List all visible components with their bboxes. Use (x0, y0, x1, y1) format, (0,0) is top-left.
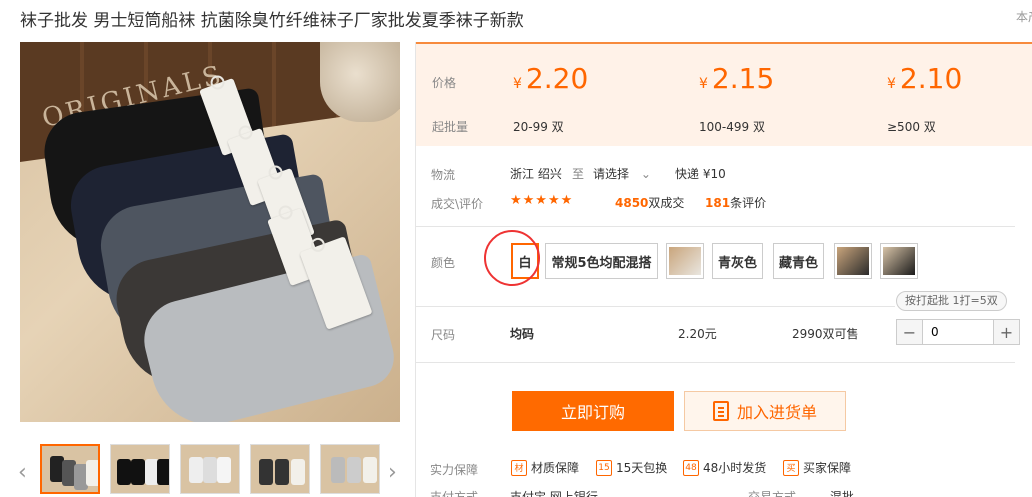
currency-symbol: ¥ (887, 76, 896, 92)
review-count[interactable]: 181条评价 (705, 194, 766, 211)
price-tier-3: ¥2.10 (887, 62, 962, 95)
size-label: 尺码 (431, 328, 456, 342)
price-value: 2.15 (711, 62, 775, 95)
price-value: 2.10 (899, 62, 963, 95)
moq-range-1: 20-99 双 (513, 120, 564, 134)
corner-note: 本产 (1016, 10, 1032, 24)
payment-label: 支付方式 (430, 490, 479, 497)
trade-value: 混批 (830, 490, 855, 497)
deals-suffix: 双成交 (648, 196, 685, 210)
guarantees-label: 实力保障 (430, 463, 479, 477)
add-to-cart-label: 加入进货单 (736, 403, 817, 422)
divider (415, 306, 895, 307)
thumbnail-5[interactable] (320, 444, 380, 494)
price-value: 2.20 (525, 62, 589, 95)
currency-symbol: ¥ (513, 76, 522, 92)
thumbnail-3[interactable] (180, 444, 240, 494)
guarantee-exchange[interactable]: 15 15天包换 (596, 459, 667, 476)
review-suffix: 条评价 (730, 196, 767, 210)
payment-value: 支付宝 网上银行 (510, 490, 598, 497)
price-label: 价格 (432, 76, 457, 90)
highlight-circle (484, 230, 540, 286)
color-label: 颜色 (431, 256, 456, 270)
price-tier-1: ¥2.20 (513, 62, 588, 95)
decrease-button[interactable]: − (897, 320, 922, 344)
logistics-label: 物流 (431, 168, 456, 182)
destination-value: 请选择 (593, 167, 630, 181)
rating-stars: ★★★★★ (510, 193, 574, 208)
jar-decoration (320, 42, 400, 122)
material-icon: 材 (511, 459, 527, 476)
packing-note: 按打起批 1打=5双 (896, 291, 1007, 311)
logistics-to: 至 (572, 167, 585, 181)
add-to-cart-button[interactable]: 加入进货单 (684, 391, 846, 431)
currency-symbol: ¥ (699, 76, 708, 92)
buy-now-button[interactable]: 立即订购 (512, 391, 674, 431)
clipboard-icon (712, 401, 729, 421)
chevron-right-icon[interactable]: › (388, 460, 397, 485)
thumbnail-4[interactable] (250, 444, 310, 494)
reviews-label: 成交\评价 (431, 197, 484, 211)
size-stock: 2990双可售 (792, 327, 859, 341)
guarantee-text: 买家保障 (803, 461, 852, 475)
guarantee-text: 材质保障 (531, 461, 580, 475)
thumbnail-1[interactable] (40, 444, 100, 494)
quantity-stepper: − + (896, 319, 1020, 345)
color-option-swatch-1[interactable] (666, 243, 704, 279)
guarantee-text: 15天包换 (616, 461, 668, 475)
color-option-mixed[interactable]: 常规5色均配混搭 (545, 243, 658, 279)
thumbnail-2[interactable] (110, 444, 170, 494)
guarantee-text: 48小时发货 (703, 461, 767, 475)
main-product-image[interactable]: ORIGINALS (20, 42, 400, 422)
divider (415, 226, 1015, 227)
guarantee-material[interactable]: 材 材质保障 (511, 459, 579, 476)
color-option-swatch-3[interactable] (880, 243, 918, 279)
guarantee-shipping[interactable]: 48 48小时发货 (683, 459, 766, 476)
deals-number: 4850 (615, 196, 649, 210)
price-tier-2: ¥2.15 (699, 62, 774, 95)
quantity-input[interactable] (922, 320, 994, 344)
size-price: 2.20元 (678, 327, 717, 341)
color-option-swatch-2[interactable] (834, 243, 872, 279)
increase-button[interactable]: + (994, 320, 1019, 344)
divider (415, 362, 1015, 363)
destination-select[interactable]: 请选择 ⌄ (593, 165, 651, 182)
color-option-navy[interactable]: 藏青色 (773, 243, 824, 279)
review-number: 181 (705, 196, 731, 210)
chevron-down-icon: ⌄ (640, 167, 651, 181)
shield-icon: 买 (783, 459, 799, 476)
moq-label: 起批量 (432, 120, 469, 134)
size-value: 均码 (510, 327, 535, 341)
logistics-origin: 浙江 绍兴 (510, 167, 562, 181)
guarantee-buyer[interactable]: 买 买家保障 (783, 459, 851, 476)
price-box: 价格 起批量 ¥2.20 20-99 双 ¥2.15 100-499 双 ¥2.… (416, 42, 1032, 146)
chevron-left-icon[interactable]: ‹ (18, 460, 27, 485)
exchange-icon: 15 (596, 459, 612, 476)
deals-count[interactable]: 4850双成交 (615, 194, 684, 211)
color-option-blue-grey[interactable]: 青灰色 (712, 243, 763, 279)
moq-range-3: ≥500 双 (887, 120, 936, 134)
shipping-icon: 48 (683, 459, 699, 476)
trade-label: 交易方式 (748, 490, 797, 497)
shipping-fee: 快递 ¥10 (675, 167, 726, 181)
moq-range-2: 100-499 双 (699, 120, 765, 134)
product-title: 袜子批发 男士短筒船袜 抗菌除臭竹纤维袜子厂家批发夏季袜子新款 (20, 11, 524, 31)
